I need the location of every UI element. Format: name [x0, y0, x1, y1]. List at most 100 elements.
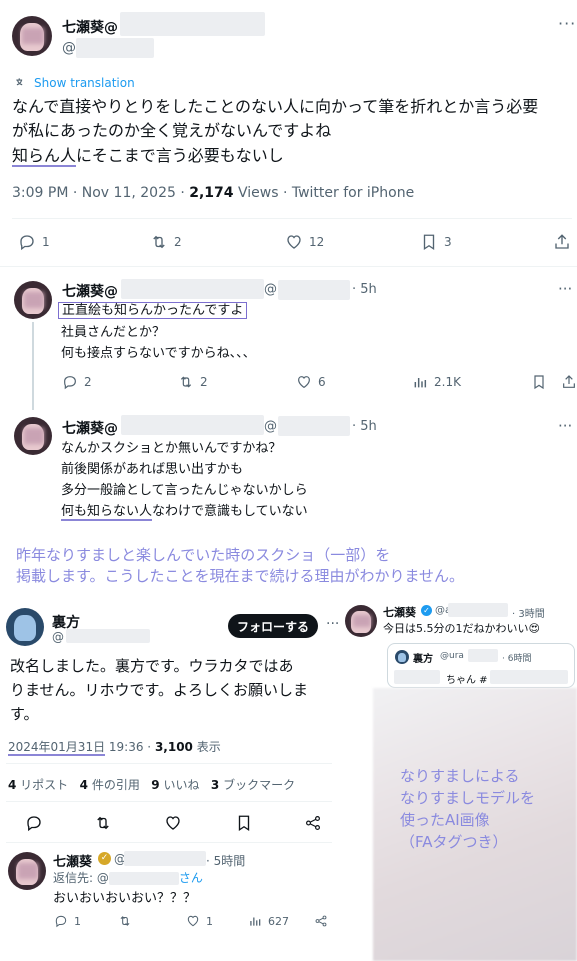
- reply-time[interactable]: · 5h: [352, 419, 377, 434]
- ss-likes-count: 9: [151, 778, 160, 792]
- author-name[interactable]: 七瀬葵: [383, 604, 416, 620]
- quoted-tweet-card[interactable]: 裏方 @ura · 6時間 ちゃん #: [387, 643, 575, 688]
- tweet-meta: 3:09 PM · Nov 11, 2025 · 2,174 Views · T…: [12, 185, 414, 201]
- reply-text-line4-rest: なわけで意識もしていない: [152, 504, 308, 519]
- share-button[interactable]: [561, 374, 577, 390]
- reply-to-line: 返信先: @ さん: [53, 869, 203, 886]
- views-button[interactable]: 627: [248, 914, 289, 928]
- redacted-handle: [448, 603, 508, 617]
- reply-icon: [20, 235, 34, 251]
- quoted-time: · 6時間: [502, 654, 532, 664]
- redacted-name: [121, 415, 264, 435]
- retweet-icon: [97, 816, 109, 830]
- like-button[interactable]: [164, 814, 182, 832]
- thread-line: [32, 322, 34, 410]
- retweet-button[interactable]: [118, 914, 132, 928]
- ai-image-annotation: なりすましによる なりすましモデルを 使ったAI画像 （FAタグつき）: [400, 765, 535, 853]
- redacted-handle: [278, 416, 350, 436]
- author-name[interactable]: 七瀬葵@: [62, 17, 118, 37]
- heart-icon: [187, 915, 199, 927]
- retweet-count: 2: [174, 235, 182, 249]
- highlighted-phrase: 知らん人: [12, 146, 77, 167]
- more-options-icon[interactable]: ···: [558, 417, 572, 435]
- ss-text-line1: 改名しました。裏方です。ウラカタではあ: [10, 657, 294, 675]
- author-handle[interactable]: @: [52, 630, 64, 644]
- reply-button[interactable]: 1: [18, 233, 50, 251]
- views-button[interactable]: 2.1K: [412, 374, 461, 390]
- show-translation-link[interactable]: Show translation: [14, 76, 135, 90]
- highlighted-phrase: 正直絵も知らんかったんですよ: [58, 302, 248, 319]
- retweet-button[interactable]: 2: [150, 233, 182, 251]
- reply-count: 1: [74, 914, 81, 928]
- share-button[interactable]: [304, 814, 322, 832]
- avatar[interactable]: [14, 417, 52, 455]
- share-icon: [315, 915, 327, 927]
- analytics-icon: [414, 378, 427, 388]
- more-options-icon[interactable]: ···: [558, 280, 572, 298]
- reply-time[interactable]: · 5時間: [206, 852, 245, 869]
- more-options-icon[interactable]: ···: [558, 14, 576, 33]
- views-count: 2.1K: [434, 375, 461, 389]
- reply-text: おいおいおいおい？？？: [53, 891, 197, 906]
- share-button[interactable]: [314, 914, 328, 928]
- verified-badge-icon: ✓: [421, 605, 432, 616]
- analytics-icon: [250, 917, 261, 926]
- retweet-count: 2: [200, 375, 208, 389]
- share-button[interactable]: [553, 233, 571, 251]
- timestamp[interactable]: 3:09 PM · Nov 11, 2025 ·: [12, 185, 189, 201]
- author-handle[interactable]: @: [264, 419, 277, 434]
- avatar[interactable]: [12, 16, 52, 56]
- redacted-name: [120, 12, 265, 36]
- like-button[interactable]: 6: [296, 374, 326, 390]
- annotation-note: 昨年なりすましと楽しんでいた時のスクショ（一部）を 掲載します。こうしたことを現…: [16, 545, 464, 587]
- retweet-icon: [153, 235, 165, 249]
- author-name[interactable]: 七瀬葵: [53, 851, 92, 870]
- ss-meta: 2024年01月31日 19:36 · 3,100 表示: [8, 738, 221, 756]
- share-icon: [563, 375, 575, 388]
- quoted-author-handle: @ura: [440, 651, 464, 661]
- heart-icon: [166, 816, 180, 830]
- views-count: 627: [268, 914, 289, 928]
- redacted-handle: [66, 629, 150, 643]
- bookmark-button[interactable]: [235, 814, 253, 832]
- avatar[interactable]: [14, 281, 52, 319]
- bookmark-button[interactable]: 3: [420, 233, 452, 251]
- bookmark-button[interactable]: [531, 374, 547, 390]
- ss-views-label: 表示: [192, 740, 221, 754]
- retweet-button[interactable]: [94, 814, 112, 832]
- reply-time[interactable]: · 5h: [352, 282, 377, 297]
- reply-count: 1: [42, 235, 50, 249]
- more-options-icon[interactable]: ···: [326, 616, 339, 632]
- author-handle[interactable]: @: [62, 40, 76, 56]
- heart-icon: [298, 376, 310, 389]
- avatar[interactable]: [8, 852, 46, 890]
- reply-button[interactable]: 1: [54, 914, 81, 928]
- reply-button[interactable]: 2: [62, 374, 92, 390]
- tweet-time[interactable]: · 3時間: [512, 605, 545, 620]
- reply-text-line4: 何も知らない人なわけで意識もしていない: [61, 503, 308, 521]
- redacted-handle: [76, 38, 154, 58]
- ss-bookmarks-label: ブックマーク: [219, 778, 296, 792]
- avatar[interactable]: [345, 605, 377, 637]
- annotation-line2: 掲載します。こうしたことを現在まで続ける理由がわかりません。: [16, 567, 465, 585]
- author-handle[interactable]: @: [264, 282, 277, 297]
- like-button[interactable]: 1: [186, 914, 213, 928]
- like-count: 1: [206, 914, 213, 928]
- follow-button[interactable]: フォローする: [228, 614, 318, 638]
- highlighted-date: 2024年01月31日: [8, 740, 106, 756]
- tweet-text-line2: が私にあったのか全く覚えがないんですよね: [12, 121, 332, 140]
- tweet-text-line3-rest: にそこまで言う必要もないし: [76, 146, 284, 165]
- tweet-text-line1: なんで直接やりとりをしたことのない人に向かって筆を折れとか言う必要: [12, 97, 539, 116]
- like-button[interactable]: 12: [285, 233, 324, 251]
- reply-text-line3: 多分一般論として言ったんじゃないかしら: [61, 483, 308, 498]
- reply-to-label: 返信先: @: [53, 871, 109, 885]
- avatar[interactable]: [6, 608, 44, 646]
- author-name[interactable]: 七瀬葵@: [62, 281, 118, 301]
- show-translation-label: Show translation: [34, 76, 135, 90]
- quoted-text: ちゃん #: [446, 675, 488, 686]
- reply-button[interactable]: [25, 814, 43, 832]
- retweet-button[interactable]: 2: [178, 374, 208, 390]
- ss-stats: 4 リポスト 4 件の引用 9 いいね 3 ブックマーク: [8, 776, 295, 793]
- reply-text-line2: 社員さんだとか？: [61, 325, 166, 340]
- author-name[interactable]: 七瀬葵@: [62, 418, 118, 438]
